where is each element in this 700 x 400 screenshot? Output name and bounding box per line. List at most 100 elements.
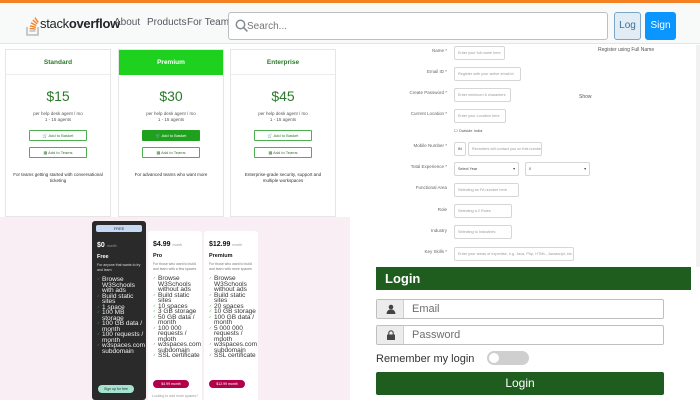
plan-card-free: FREE $0 month Free For anyone that wants … [92, 221, 146, 400]
add-to-teams-button[interactable]: ▦ Add to Teams [29, 147, 87, 158]
pricing-card-premium: Premium $30 per help desk agent / mo 1 -… [118, 49, 224, 217]
experience-month-value: 0 [529, 167, 532, 171]
nav-about[interactable]: About [114, 17, 140, 28]
plan-feature: Build static sites [209, 292, 258, 304]
pricing-card-enterprise: Enterprise $45 per help desk agent / mo … [230, 49, 336, 217]
plan-feature: SSL certificate [153, 353, 202, 359]
more-spaces-note: Looking to add more spaces? [152, 394, 198, 398]
role-label: Role [437, 207, 447, 212]
password-icon-box [377, 326, 404, 344]
remember-toggle[interactable] [487, 351, 529, 365]
login-button[interactable]: Log in [614, 12, 641, 57]
email-label: Email ID * [426, 69, 447, 74]
email-placeholder: Email [412, 303, 440, 315]
checkbox-icon: ☐ [454, 128, 458, 133]
nav-for-teams[interactable]: For Teams [187, 17, 234, 28]
plan-features: Browse W3Schools with ads Build static s… [97, 276, 146, 354]
key-skills-label: Key Skills * [424, 249, 447, 254]
card-title: Premium [119, 50, 223, 75]
plans-section: FREE $0 month Free For anyone that wants … [0, 217, 350, 400]
teams-icon: ▦ [268, 150, 273, 155]
key-skills-input[interactable]: Enter your areas of expertise, e.g. Java… [454, 247, 574, 261]
add-to-teams-label: Add to Teams [273, 150, 298, 155]
experience-year-value: Select Year [458, 167, 478, 171]
experience-year-select[interactable]: Select Year ▾ [454, 162, 519, 176]
buy-pro-button[interactable]: $4.99 month [153, 380, 189, 388]
login-panel: Login Email Password Remember my login L… [350, 267, 700, 400]
outside-india-checkbox[interactable]: ☐ Outside India [454, 128, 482, 133]
plan-feature: Browse W3Schools with ads [97, 276, 146, 293]
add-to-basket-button[interactable]: 🛒 Add to Basket [254, 130, 312, 141]
plan-feature: 100 GB data / month [209, 314, 258, 326]
signup-free-button[interactable]: Sign up for free [98, 385, 134, 393]
plan-period: month [172, 243, 183, 247]
toggle-knob [489, 353, 499, 363]
add-to-teams-button[interactable]: ▦ Add to Teams [142, 147, 200, 158]
experience-label: Total Experience * [410, 164, 447, 169]
logo-wordmark[interactable]: stackoverflow [40, 16, 120, 31]
add-to-teams-label: Add to Teams [48, 150, 73, 155]
country-code-select[interactable]: IN [454, 142, 466, 156]
plan-description: For those who want to build and learn wi… [153, 262, 197, 271]
card-agents-text: 1 - 15 agents [44, 117, 72, 122]
search-input[interactable] [247, 17, 597, 35]
plan-feature: Build static sites [153, 292, 202, 304]
email-input[interactable]: Register with your active email id [454, 67, 521, 81]
functional-area-select[interactable]: Selecting an FA number here [454, 183, 519, 197]
email-field[interactable]: Email [376, 299, 664, 319]
card-price: $30 [159, 88, 183, 104]
plan-name: Pro [153, 253, 163, 259]
experience-month-select[interactable]: 0 ▾ [525, 162, 590, 176]
add-to-teams-label: Add to Teams [161, 150, 186, 155]
cart-icon: 🛒 [155, 133, 161, 138]
add-to-basket-button[interactable]: 🛒 Add to Basket [142, 130, 200, 141]
plan-features: Browse W3Schools without ads Build stati… [209, 275, 258, 359]
show-password-toggle[interactable]: Show [579, 94, 592, 100]
password-input[interactable]: Enter minimum 6 characters [454, 88, 511, 102]
plan-price-value: $4.99 [153, 241, 171, 248]
card-per: per help desk agent / mo 1 - 15 agents [119, 111, 223, 123]
teams-icon: ▦ [43, 150, 48, 155]
add-to-basket-label: Add to Basket [48, 133, 74, 138]
card-title: Standard [6, 50, 110, 75]
role-select[interactable]: Selecting a 2 Roles [454, 204, 512, 218]
plan-feature: 5 000 000 requests / mdoth [209, 325, 258, 342]
mobile-input[interactable]: Recruiters will contact you on this numb… [468, 142, 542, 156]
login-submit-button[interactable]: Login [376, 372, 664, 395]
add-to-teams-button[interactable]: ▦ Add to Teams [254, 147, 312, 158]
nav-products[interactable]: Products [147, 17, 186, 28]
card-agents-text: 1 - 15 agents [157, 117, 185, 122]
plan-name: Free [97, 254, 109, 260]
location-input[interactable]: Enter your Location here [454, 109, 506, 123]
plan-price: $12.99 month [209, 241, 258, 248]
remember-label: Remember my login [376, 353, 475, 365]
add-to-basket-label: Add to Basket [161, 133, 187, 138]
card-description: For teams getting started with conversat… [13, 172, 103, 183]
site-header: stackoverflow About Products For Teams L… [0, 0, 700, 57]
search-box[interactable] [228, 12, 608, 40]
plan-price: $0 month [97, 242, 146, 249]
logo-text-bold: overflow [68, 16, 120, 31]
plan-price-value: $12.99 [209, 241, 231, 248]
industry-select[interactable]: Selecting to Industries [454, 225, 512, 239]
pricing-section: Standard $15 per help desk agent / mo 1 … [0, 45, 350, 217]
signup-button[interactable]: Sign up [645, 12, 676, 57]
plan-card-premium: $12.99 month Premium For those who want t… [204, 231, 258, 400]
buy-premium-button[interactable]: $12.99 month [209, 380, 245, 388]
plan-period: month [106, 244, 117, 248]
password-field[interactable]: Password [376, 325, 664, 345]
user-icon [386, 304, 396, 314]
plan-feature: 50 GB data / month [153, 314, 202, 326]
password-label: Create Password * [409, 90, 447, 95]
name-input[interactable]: Enter your full name here [454, 46, 505, 60]
login-title: Login [376, 267, 691, 290]
email-icon-box [377, 300, 404, 318]
add-to-basket-button[interactable]: 🛒 Add to Basket [29, 130, 87, 141]
functional-area-label: Functional Area [415, 185, 447, 190]
card-price: $15 [46, 88, 70, 104]
card-per: per help desk agent / mo 1 - 15 agents [231, 111, 335, 123]
chevron-down-icon: ▾ [584, 167, 586, 171]
cart-icon: 🛒 [42, 133, 48, 138]
plan-name: Premium [209, 253, 233, 259]
logo-text-light: stack [40, 16, 69, 31]
